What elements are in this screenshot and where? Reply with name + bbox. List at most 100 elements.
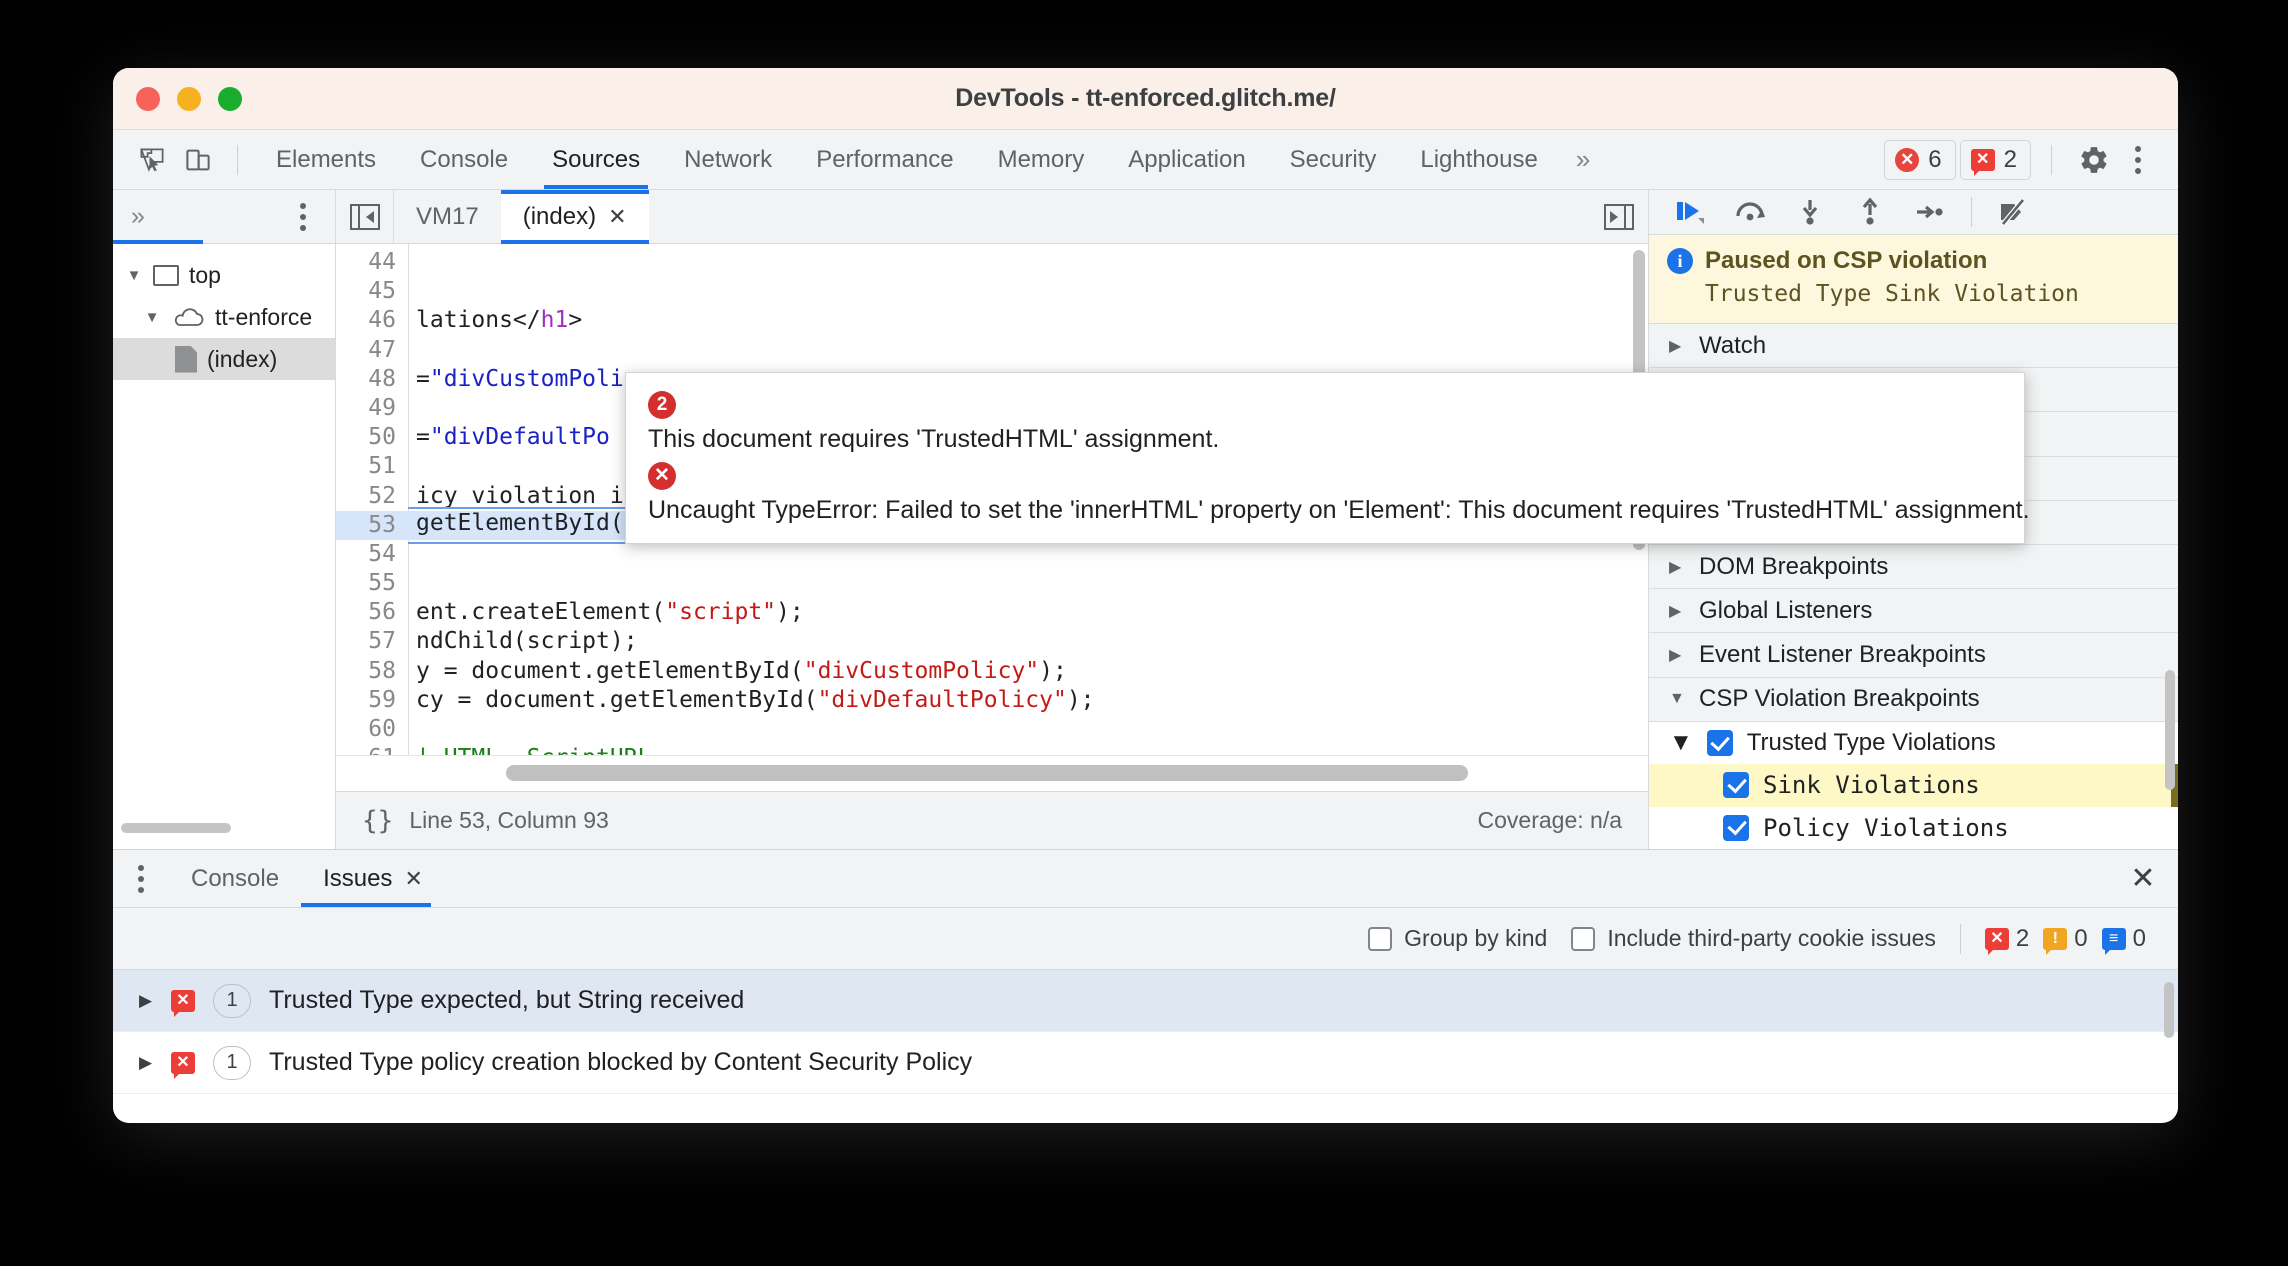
console-error-count-button[interactable]: ✕ 6 [1884, 139, 1956, 180]
close-icon[interactable]: ✕ [608, 204, 626, 230]
code-line[interactable]: 56 ent.createElement("script"); [336, 598, 1648, 627]
line-number[interactable]: 50 [336, 423, 408, 452]
tab-memory[interactable]: Memory [976, 130, 1107, 189]
step-over-icon[interactable] [1723, 190, 1777, 234]
tab-application[interactable]: Application [1106, 130, 1267, 189]
line-number[interactable]: 56 [336, 598, 408, 627]
tab-performance[interactable]: Performance [794, 130, 975, 189]
tab-console[interactable]: Console [398, 130, 530, 189]
debugger-vertical-scrollbar[interactable] [2165, 670, 2175, 790]
section-watch[interactable]: ▶ Watch [1649, 324, 2178, 369]
navigator-more-icon[interactable]: » [131, 202, 145, 231]
line-number[interactable]: 53 [336, 511, 408, 540]
maximize-window-button[interactable] [218, 86, 242, 111]
file-tab-index[interactable]: (index) ✕ [500, 190, 649, 244]
group-by-kind-option[interactable]: Group by kind [1368, 925, 1547, 952]
section-global-listeners[interactable]: ▶ Global Listeners [1649, 589, 2178, 634]
tab-security[interactable]: Security [1268, 130, 1399, 189]
navigator-horizontal-scrollbar[interactable] [121, 823, 231, 833]
tree-node-tt-enforce[interactable]: ▼ tt-enforce [113, 296, 335, 338]
tab-elements[interactable]: Elements [254, 130, 398, 189]
more-tabs-icon[interactable]: » [1560, 144, 1604, 175]
chevron-right-icon-10[interactable]: ▶ [139, 1053, 153, 1073]
include-third-party-checkbox[interactable] [1571, 926, 1596, 951]
breakpoint-sink-violations[interactable]: Sink Violations [1649, 764, 2178, 808]
show-navigator-icon[interactable] [336, 190, 394, 243]
inspect-element-icon[interactable] [129, 137, 175, 183]
tree-node-top[interactable]: ▼ top [113, 254, 335, 296]
line-number[interactable]: 46 [336, 306, 408, 335]
code-line[interactable]: 46 lations</h1> [336, 306, 1648, 335]
chevron-right-icon-9[interactable]: ▶ [139, 991, 153, 1011]
tab-sources[interactable]: Sources [530, 130, 662, 189]
navigator-kebab-menu-icon[interactable] [285, 195, 321, 239]
line-number[interactable]: 57 [336, 627, 408, 656]
section-event-listener-breakpoints[interactable]: ▶ Event Listener Breakpoints [1649, 633, 2178, 678]
line-number[interactable]: 54 [336, 540, 408, 569]
chevron-down-icon[interactable]: ▼ [125, 267, 143, 284]
code-line[interactable]: 57 ndChild(script); [336, 627, 1648, 656]
deactivate-breakpoints-icon[interactable] [1986, 190, 2040, 234]
line-number[interactable]: 49 [336, 394, 408, 423]
code-line[interactable]: 60 [336, 715, 1648, 744]
file-tab-vm17[interactable]: VM17 [394, 190, 501, 243]
sink-violations-checkbox[interactable] [1723, 772, 1749, 799]
line-number[interactable]: 55 [336, 569, 408, 598]
editor-horizontal-scrollbar[interactable] [506, 765, 1468, 781]
device-toolbar-icon[interactable] [175, 137, 221, 183]
close-window-button[interactable] [136, 86, 160, 111]
error-tooltip: 2 This document requires 'TrustedHTML' a… [625, 372, 2030, 544]
drawer-tab-console[interactable]: Console [169, 850, 301, 907]
code-line[interactable]: 47 [336, 336, 1648, 365]
step-into-icon[interactable] [1783, 190, 1837, 234]
policy-violations-checkbox[interactable] [1723, 814, 1749, 841]
line-number[interactable]: 59 [336, 686, 408, 715]
code-line[interactable]: 58 y = document.getElementById("divCustom… [336, 657, 1648, 686]
step-icon[interactable] [1903, 190, 1957, 234]
line-number[interactable]: 58 [336, 657, 408, 686]
line-number[interactable]: 60 [336, 715, 408, 744]
minimize-window-button[interactable] [177, 86, 201, 111]
tree-node-label-2: tt-enforce [215, 303, 313, 330]
include-third-party-option[interactable]: Include third-party cookie issues [1571, 925, 1936, 952]
issues-count-button[interactable]: ✕ 2 [1959, 139, 2031, 180]
close-drawer-icon[interactable]: ✕ [2108, 850, 2178, 907]
breakpoint-policy-violations[interactable]: Policy Violations [1649, 806, 2178, 850]
group-by-kind-checkbox[interactable] [1368, 926, 1393, 951]
code-line[interactable]: 45 [336, 277, 1648, 306]
code-line[interactable]: 44 [336, 248, 1648, 277]
issue-count-badge: 1 [213, 983, 251, 1018]
trusted-type-violations-checkbox[interactable] [1706, 730, 1733, 757]
kebab-menu-icon[interactable] [2120, 138, 2156, 182]
section-dom-breakpoints[interactable]: ▶ DOM Breakpoints [1649, 545, 2178, 590]
line-number[interactable]: 44 [336, 248, 408, 277]
line-number[interactable]: 52 [336, 482, 408, 511]
tab-lighthouse[interactable]: Lighthouse [1398, 130, 1559, 189]
pretty-print-icon[interactable]: {} [362, 806, 393, 836]
drawer-kebab-menu-icon[interactable] [113, 850, 169, 907]
section-csp-violation-breakpoints[interactable]: ▼ CSP Violation Breakpoints [1649, 677, 2178, 722]
code-line[interactable]: 59 cy = document.getElementById("divDefau… [336, 686, 1648, 715]
tree-node-index[interactable]: (index) [113, 338, 335, 380]
drawer-tab-issues[interactable]: Issues ✕ [301, 850, 445, 907]
show-debugger-icon[interactable] [1604, 203, 1634, 230]
error-count-value: 6 [1928, 145, 1942, 173]
issue-row-2[interactable]: ▶ ✕ 1 Trusted Type policy creation block… [113, 1032, 2178, 1094]
close-icon-2[interactable]: ✕ [404, 866, 422, 892]
chevron-down-icon-2[interactable]: ▼ [143, 309, 161, 326]
chevron-down-icon-4[interactable]: ▼ [1669, 729, 1693, 757]
issues-vertical-scrollbar[interactable] [2164, 982, 2174, 1038]
resume-icon[interactable] [1663, 190, 1717, 234]
step-out-icon[interactable] [1843, 190, 1897, 234]
tab-network[interactable]: Network [662, 130, 794, 189]
line-number[interactable]: 47 [336, 336, 408, 365]
line-number[interactable]: 51 [336, 452, 408, 481]
issue-row[interactable]: ▶ ✕ 1 Trusted Type expected, but String … [113, 970, 2178, 1032]
code-line[interactable]: 55 [336, 569, 1648, 598]
window-title: DevTools - tt-enforced.glitch.me/ [955, 84, 1336, 112]
breakpoint-trusted-type-violations[interactable]: ▼ Trusted Type Violations [1649, 721, 2178, 765]
code-line[interactable]: 54 [336, 540, 1648, 569]
gear-icon[interactable] [2072, 138, 2116, 182]
line-number[interactable]: 45 [336, 277, 408, 306]
line-number[interactable]: 48 [336, 365, 408, 394]
